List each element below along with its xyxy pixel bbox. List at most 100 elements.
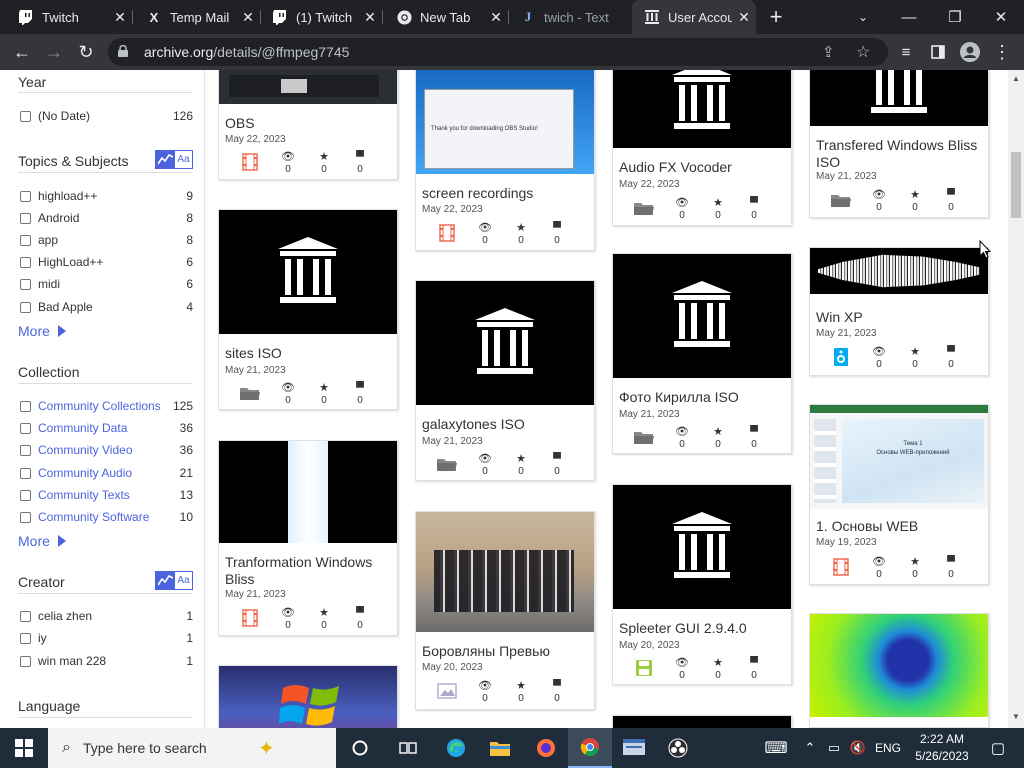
item-title[interactable]: 1. Основы WEB: [816, 518, 984, 535]
chart-text-toggle[interactable]: Aa: [155, 571, 193, 590]
tab-twich-text[interactable]: J twich - Text: [508, 0, 632, 34]
item-thumbnail[interactable]: [416, 281, 594, 405]
facet-item[interactable]: midi 6: [18, 274, 193, 294]
facet-item[interactable]: app 8: [18, 230, 193, 250]
item-tile-obs[interactable]: OBS May 22, 2023 👁 0 ★ 0 ▀ 0: [218, 70, 398, 180]
item-thumbnail[interactable]: [613, 485, 791, 609]
tab-search-chevron-icon[interactable]: ⌄: [840, 0, 886, 34]
chrome-taskbar-icon[interactable]: [568, 728, 612, 768]
address-bar[interactable]: archive.org/details/@ffmpeg7745 ⇪ ☆: [108, 38, 888, 66]
facet-label[interactable]: Community Software: [38, 510, 180, 524]
facet-label[interactable]: Community Video: [38, 443, 180, 457]
checkbox[interactable]: [20, 256, 31, 268]
firefox-icon[interactable]: [524, 728, 568, 768]
chart-text-toggle[interactable]: Aa: [155, 150, 193, 169]
tab-twitch[interactable]: Twitch ✕: [6, 0, 132, 34]
checkbox[interactable]: [20, 301, 31, 313]
item-title[interactable]: sites ISO: [225, 345, 393, 362]
facet-item[interactable]: Bad Apple 4: [18, 297, 193, 317]
system-clock[interactable]: 2:22 AM 5/26/2023: [908, 731, 976, 765]
facet-item[interactable]: Community Texts 13: [18, 485, 193, 505]
facet-item[interactable]: Community Data 36: [18, 418, 193, 438]
item-tile-windows-logo[interactable]: [218, 665, 398, 728]
facet-item[interactable]: iy 1: [18, 628, 193, 648]
facet-item[interactable]: (No Date) 126: [18, 106, 193, 126]
close-icon[interactable]: ✕: [358, 9, 382, 26]
item-tile-screen-recordings[interactable]: Thank you for downloading OBS Studio! sc…: [415, 70, 595, 251]
profile-avatar-icon[interactable]: [956, 38, 984, 66]
item-tile-partial[interactable]: [612, 715, 792, 728]
checkbox[interactable]: [20, 422, 31, 434]
checkbox[interactable]: [20, 212, 31, 224]
taskbar-search-box[interactable]: ⌕ Type here to search ✦: [48, 728, 336, 768]
item-thumbnail[interactable]: [219, 666, 397, 728]
close-window-button[interactable]: ✕: [978, 0, 1024, 34]
item-tile-sites-iso[interactable]: sites ISO May 21, 2023 👁 0 ★ 0 ▀ 0: [218, 209, 398, 410]
item-title[interactable]: Боровляны Превью: [422, 643, 590, 660]
network-icon[interactable]: ▭: [822, 728, 846, 768]
facet-item[interactable]: Android 8: [18, 208, 193, 228]
facet-label[interactable]: Community Data: [38, 421, 180, 435]
scroll-up-arrow-icon[interactable]: ▲: [1012, 74, 1020, 83]
facet-item[interactable]: HighLoad++ 6: [18, 252, 193, 272]
item-tile-foto-kirilla-iso[interactable]: Фото Кирилла ISO May 21, 2023 👁 0 ★ 0 ▀ 0: [612, 253, 792, 454]
close-icon[interactable]: ✕: [108, 9, 132, 26]
item-tile-borovlyany-preview[interactable]: Боровляны Превью May 20, 2023 👁 0 ★ 0 ▀ 0: [415, 511, 595, 710]
show-hidden-icons-chevron[interactable]: ⌃: [796, 728, 824, 768]
app-window-icon[interactable]: [612, 728, 656, 768]
item-thumbnail[interactable]: [810, 614, 988, 717]
tab-twitch-2[interactable]: (1) Twitch ✕: [260, 0, 382, 34]
close-icon[interactable]: ✕: [732, 9, 756, 26]
item-thumbnail[interactable]: Thank you for downloading OBS Studio!: [416, 70, 594, 174]
checkbox[interactable]: [20, 610, 31, 622]
cortana-icon[interactable]: [338, 728, 382, 768]
keyboard-icon[interactable]: ⌨: [754, 728, 798, 768]
item-thumbnail[interactable]: [613, 254, 791, 378]
reload-button[interactable]: ↻: [72, 38, 100, 66]
checkbox[interactable]: [20, 467, 31, 479]
item-title[interactable]: Transfered Windows Bliss ISO: [816, 137, 984, 171]
windows-start-icon[interactable]: [2, 728, 46, 768]
close-icon[interactable]: ✕: [236, 9, 260, 26]
checkbox[interactable]: [20, 400, 31, 412]
scrollbar-thumb[interactable]: [1011, 152, 1021, 218]
notifications-icon[interactable]: ▢: [978, 728, 1018, 768]
checkbox[interactable]: [20, 511, 31, 523]
restore-button[interactable]: ❐: [932, 0, 978, 34]
task-view-icon[interactable]: [386, 728, 430, 768]
tab-temp-mail[interactable]: X Temp Mail ✕: [134, 0, 260, 34]
item-tile-spleeter-gui[interactable]: Spleeter GUI 2.9.4.0 May 20, 2023 👁 0 ★ 0 …: [612, 484, 792, 685]
share-icon[interactable]: ⇪: [822, 43, 835, 61]
checkbox[interactable]: [20, 190, 31, 202]
new-tab-button[interactable]: +: [762, 3, 790, 31]
facet-label[interactable]: Community Audio: [38, 466, 180, 480]
facet-item[interactable]: highload++ 9: [18, 186, 193, 206]
item-thumbnail[interactable]: [416, 512, 594, 632]
item-title[interactable]: galaxytones ISO: [422, 416, 590, 433]
text-list-toggle[interactable]: Aa: [175, 151, 192, 168]
item-tile-transfered-windows-bliss-iso[interactable]: Transfered Windows Bliss ISO May 21, 202…: [809, 70, 989, 218]
checkbox[interactable]: [20, 234, 31, 246]
item-thumbnail[interactable]: [219, 210, 397, 334]
item-title[interactable]: Фото Кирилла ISO: [619, 389, 787, 406]
back-button[interactable]: ←: [8, 38, 36, 66]
scroll-down-arrow-icon[interactable]: ▼: [1012, 712, 1020, 721]
forward-button[interactable]: →: [40, 38, 68, 66]
item-title[interactable]: Spleeter GUI 2.9.4.0: [619, 620, 787, 637]
page-scrollbar[interactable]: ▲ ▼: [1008, 70, 1024, 728]
item-title[interactable]: screen recordings: [422, 185, 590, 202]
facet-item[interactable]: Community Audio 21: [18, 463, 193, 483]
more-topics-link[interactable]: More: [18, 323, 66, 339]
checkbox[interactable]: [20, 444, 31, 456]
tab-user-account[interactable]: User Accou ✕: [632, 0, 756, 34]
item-thumbnail[interactable]: [613, 716, 791, 728]
more-collections-link[interactable]: More: [18, 533, 66, 549]
item-thumbnail[interactable]: [810, 70, 988, 126]
edge-icon[interactable]: [434, 728, 478, 768]
item-title[interactable]: Audio FX Vocoder: [619, 159, 787, 176]
file-explorer-icon[interactable]: [478, 728, 522, 768]
tab-new-tab[interactable]: New Tab ✕: [384, 0, 508, 34]
facet-label[interactable]: Community Collections: [38, 399, 173, 413]
item-title[interactable]: OBS: [225, 115, 393, 132]
obs-taskbar-icon[interactable]: [656, 728, 700, 768]
